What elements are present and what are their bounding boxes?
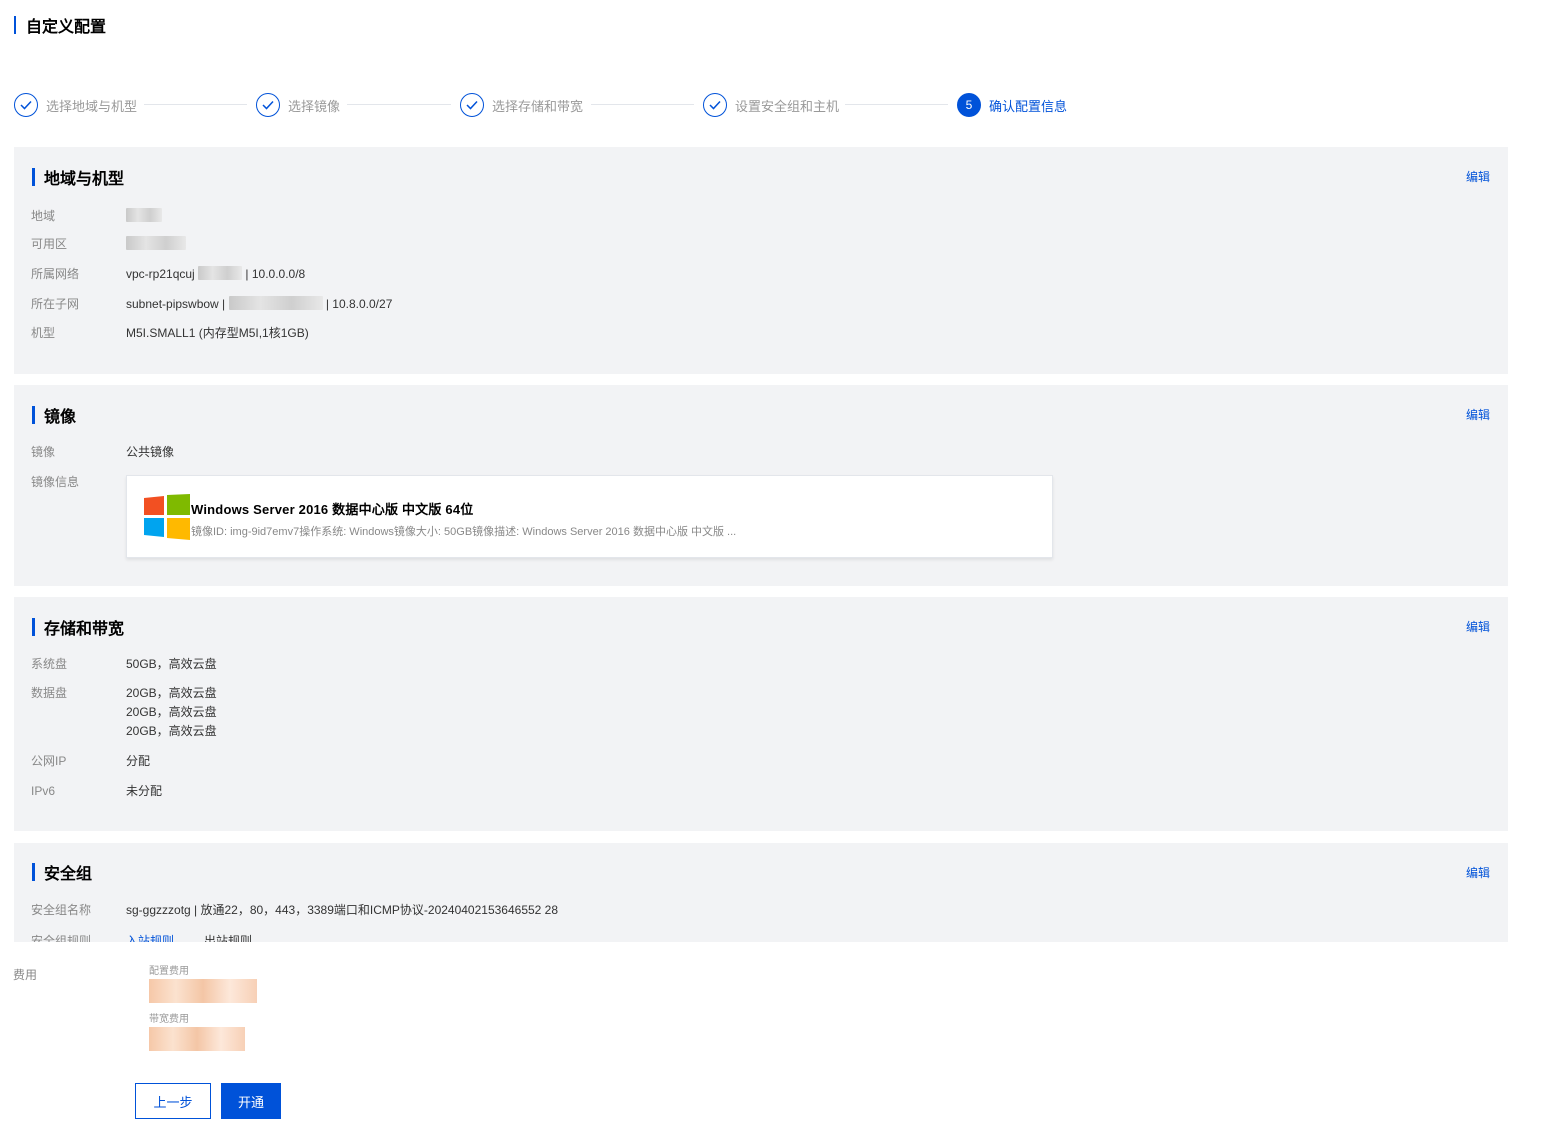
image-card: 镜像 编辑 镜像 公共镜像 镜像信息 Windows Server 2016 数… [14,385,1508,586]
step-connector [591,104,694,105]
public-ip-row: 公网IP 分配 [31,752,150,771]
bandwidth-fee-label: 带宽费用 [149,1014,189,1025]
field-value: 20GB，高效云盘 20GB，高效云盘 20GB，高效云盘 [126,684,217,741]
title-accent-bar [32,618,35,636]
card-title: 地域与机型 [32,168,125,188]
step-label: 选择地域与机型 [46,98,138,114]
step-number: 5 [957,93,981,117]
check-icon [703,93,727,117]
step-label: 设置安全组和主机 [735,98,840,114]
field-value: subnet-pipswbow | | 10.8.0.0/27 [126,296,393,311]
field-value: sg-ggzzzotg | 放通22，80，443，3389端口和ICMP协议-… [126,903,559,917]
field-label: 安全组规则 [31,934,92,942]
title-accent-bar [32,863,35,881]
edit-storage-link[interactable]: 编辑 [1466,618,1490,635]
page-title-text: 自定义配置 [26,19,107,36]
step-label: 选择镜像 [288,98,341,114]
step-connector [144,104,247,105]
region-row: 地域 [31,207,162,226]
field-value: M5I.SMALL1 (内存型M5I,1核1GB) [126,326,309,340]
prev-step-button[interactable]: 上一步 [135,1083,211,1119]
field-value: vpc-rp21qcuj | 10.0.0.0/8 [126,266,306,281]
edit-image-link[interactable]: 编辑 [1466,406,1490,423]
step-label: 确认配置信息 [989,98,1068,114]
fee-label: 费用 [13,968,38,982]
image-meta: 镜像ID: img-9id7emv7操作系统: Windows镜像大小: 50G… [191,526,737,538]
step-security[interactable]: 设置安全组和主机 [703,92,839,118]
step-region[interactable]: 选择地域与机型 [14,92,137,118]
card-title-text: 地域与机型 [44,171,125,188]
bandwidth-fee-redacted [149,1027,245,1051]
field-label: IPv6 [31,784,56,798]
field-value: 分配 [126,754,151,768]
ipv6-row: IPv6 未分配 [31,782,162,801]
sg-rules-row: 安全组规则 入站规则 出站规则 [31,932,252,942]
image-info-row: 镜像信息 [31,473,126,492]
card-title-text: 镜像 [44,409,77,426]
field-label: 公网IP [31,754,67,768]
check-icon [14,93,38,117]
windows-logo-icon [144,494,190,540]
field-value: 50GB，高效云盘 [126,657,217,671]
instance-row: 机型 M5I.SMALL1 (内存型M5I,1核1GB) [31,324,309,343]
network-row: 所属网络 vpc-rp21qcuj | 10.0.0.0/8 [31,265,305,284]
edit-region-link[interactable]: 编辑 [1466,168,1490,185]
step-connector [845,104,948,105]
step-label: 选择存储和带宽 [492,98,584,114]
field-label: 所属网络 [31,267,80,281]
config-fee-label: 配置费用 [149,966,189,977]
title-accent-bar [14,16,16,34]
subnet-row: 所在子网 subnet-pipswbow | | 10.8.0.0/27 [31,295,392,314]
field-label: 机型 [31,326,56,340]
card-title-text: 存储和带宽 [44,621,125,638]
check-icon [256,93,280,117]
security-card: 安全组 编辑 安全组名称 sg-ggzzzotg | 放通22，80，443，3… [14,843,1508,942]
field-value: 未分配 [126,784,163,798]
field-value: 公共镜像 [126,445,175,459]
field-label: 系统盘 [31,657,68,671]
field-label: 所在子网 [31,297,80,311]
page-title: 自定义配置 [14,15,107,36]
step-confirm[interactable]: 5 确认配置信息 [957,92,1067,118]
card-title-text: 安全组 [44,866,93,883]
data-disk-row: 数据盘 20GB，高效云盘 20GB，高效云盘 20GB，高效云盘 [31,684,217,741]
image-type-row: 镜像 公共镜像 [31,443,174,462]
data-disk-item: 20GB，高效云盘 [126,724,217,738]
config-fee-redacted [149,979,257,1003]
image-info-box[interactable]: Windows Server 2016 数据中心版 中文版 64位 镜像ID: … [126,475,1053,558]
field-label: 镜像信息 [31,475,80,489]
zone-row: 可用区 [31,235,186,254]
step-progress: 选择地域与机型 选择镜像 选择存储和带宽 设置安全组和主机 5 确认配置信息 [14,92,1074,118]
config-summary[interactable]: 地域与机型 编辑 地域 可用区 所属网络 vpc-rp21qcuj | 10.0… [14,147,1508,942]
step-image[interactable]: 选择镜像 [256,92,340,118]
submit-button[interactable]: 开通 [221,1083,281,1119]
field-label: 可用区 [31,237,68,251]
step-connector [347,104,451,105]
field-label: 地域 [31,209,56,223]
tab-inbound-rules[interactable]: 入站规则 [126,932,174,942]
data-disk-item: 20GB，高效云盘 [126,686,217,700]
redacted-value [126,207,162,226]
check-icon [460,93,484,117]
field-label: 镜像 [31,445,56,459]
system-disk-row: 系统盘 50GB，高效云盘 [31,655,217,674]
card-title: 镜像 [32,406,77,426]
storage-card: 存储和带宽 编辑 系统盘 50GB，高效云盘 数据盘 20GB，高效云盘 20G… [14,597,1508,831]
step-storage[interactable]: 选择存储和带宽 [460,92,583,118]
card-title: 安全组 [32,863,93,883]
redacted-value [126,235,186,254]
region-card: 地域与机型 编辑 地域 可用区 所属网络 vpc-rp21qcuj | 10.0… [14,147,1508,374]
field-label: 数据盘 [31,686,68,700]
card-title: 存储和带宽 [32,618,125,638]
title-accent-bar [32,168,35,186]
data-disk-item: 20GB，高效云盘 [126,705,217,719]
title-accent-bar [32,406,35,424]
sg-name-row: 安全组名称 sg-ggzzzotg | 放通22，80，443，3389端口和I… [31,901,558,920]
edit-security-link[interactable]: 编辑 [1466,864,1490,881]
image-name: Windows Server 2016 数据中心版 中文版 64位 [191,502,474,517]
field-label: 安全组名称 [31,903,92,917]
tab-outbound-rules[interactable]: 出站规则 [204,932,252,942]
